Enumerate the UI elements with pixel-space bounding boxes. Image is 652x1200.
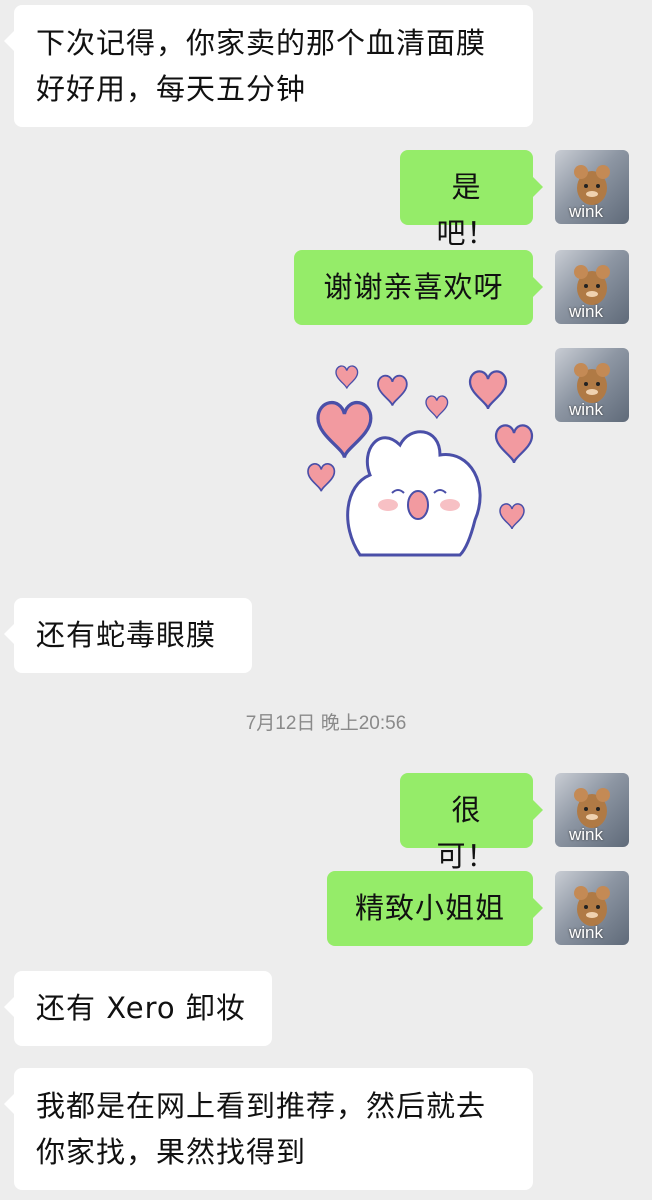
chat-window: 下次记得，你家卖的那个血清面膜 好好用，每天五分钟 是吧！ wink 谢谢亲喜欢… bbox=[0, 0, 652, 1200]
outgoing-message[interactable]: 谢谢亲喜欢呀 bbox=[294, 250, 543, 325]
incoming-message[interactable]: 下次记得，你家卖的那个血清面膜 好好用，每天五分钟 bbox=[4, 5, 533, 127]
incoming-message[interactable]: 还有蛇毒眼膜 bbox=[4, 598, 252, 673]
message-line: 很可！ bbox=[436, 793, 497, 873]
message-line: 好好用，每天五分钟 bbox=[36, 72, 307, 106]
avatar-label: wink bbox=[569, 202, 604, 221]
outgoing-message[interactable]: 很可！ bbox=[400, 773, 543, 873]
message-line: 还有 Xero 卸妆 bbox=[36, 991, 246, 1025]
avatar-label: wink bbox=[569, 825, 604, 844]
message-line: 谢谢亲喜欢呀 bbox=[323, 270, 504, 304]
outgoing-message[interactable]: 是吧！ bbox=[400, 150, 543, 250]
incoming-message[interactable]: 我都是在网上看到推荐，然后就去 你家找，果然找得到 bbox=[4, 1068, 533, 1190]
message-line: 你家找，果然找得到 bbox=[36, 1135, 307, 1169]
incoming-message[interactable]: 还有 Xero 卸妆 bbox=[4, 971, 272, 1046]
message-line: 下次记得，你家卖的那个血清面膜 bbox=[36, 26, 487, 60]
bunny-hearts-sticker-icon[interactable] bbox=[300, 355, 540, 565]
avatar[interactable]: wink bbox=[555, 150, 629, 224]
timestamp: 7月12日 晚上20:56 bbox=[245, 713, 407, 734]
avatar[interactable]: wink bbox=[555, 348, 629, 422]
avatar-label: wink bbox=[569, 923, 604, 942]
avatar-label: wink bbox=[569, 400, 604, 419]
outgoing-message[interactable]: 精致小姐姐 bbox=[327, 871, 543, 946]
avatar[interactable]: wink bbox=[555, 773, 629, 847]
message-line: 我都是在网上看到推荐，然后就去 bbox=[36, 1089, 487, 1123]
avatar[interactable]: wink bbox=[555, 871, 629, 945]
avatar-label: wink bbox=[569, 302, 604, 321]
message-line: 是吧！ bbox=[436, 170, 497, 250]
message-line: 精致小姐姐 bbox=[354, 891, 505, 925]
message-line: 还有蛇毒眼膜 bbox=[36, 618, 217, 652]
avatar[interactable]: wink bbox=[555, 250, 629, 324]
